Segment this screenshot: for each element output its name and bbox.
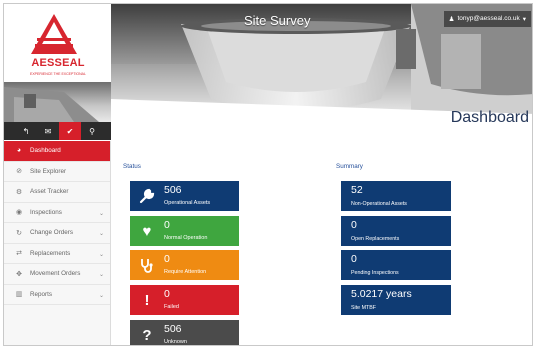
exclamation-icon: ! [144,291,150,309]
tile-label: Pending Inspections [351,270,399,276]
dashboard-icon: ◕ [16,147,22,155]
caret-down-icon: ▾ [522,16,526,23]
tile-value: 52 [351,184,363,196]
sidebar-item-label: Dashboard [30,147,61,155]
exchange-icon: ⇄ [16,250,22,258]
summary-tile-pending-inspections[interactable]: 0 Pending Inspections [341,250,451,280]
question-icon: ? [142,326,152,344]
sidebar-nav: ◕ Dashboard ⊘ Site Explorer ⚙ Asset Trac… [4,141,111,345]
bullhorn-icon[interactable]: ✔ [59,122,81,140]
sidebar-item-site-explorer[interactable]: ⊘ Site Explorer [4,162,110,182]
sidebar-item-movement-orders[interactable]: ✥ Movement Orders ⌄ [4,264,110,285]
refresh-icon: ↻ [16,229,22,237]
aesseal-logo-mark [31,14,77,54]
tile-label: Require Attention [164,269,207,275]
sidebar-item-label: Reports [30,290,53,298]
sidebar-item-label: Inspections [30,208,62,216]
person-icon: ♟ [448,16,455,23]
summary-heading: Summary [336,163,363,170]
sidebar-item-label: Replacements [30,249,71,257]
summary-tile-site-mtbf[interactable]: 5.0217 years Site MTBF [341,285,451,315]
tile-label: Site MTBF [351,305,377,311]
tile-value: 0 [164,219,170,231]
wrench-icon [138,187,156,205]
bar-chart-icon: ▥ [15,291,23,299]
tile-value: 506 [164,323,182,335]
chevron-down-icon: ⌄ [98,272,104,278]
quick-toolbar: ↰ ✉ ✔ ⚲ [4,122,111,140]
chevron-down-icon: ⌄ [98,251,104,258]
tile-label: Failed [164,304,179,310]
move-icon: ✥ [16,270,22,278]
tile-label: Unknown [164,339,187,345]
cogs-icon: ⚙ [15,188,23,196]
heart-icon: ♥ [142,222,152,240]
hero-banner: Site Survey ♟ tonyp@aesseal.co.uk ▾ Dash… [111,4,532,141]
status-tile-operational[interactable]: 506 Operational Assets [130,181,239,211]
user-menu[interactable]: ♟ tonyp@aesseal.co.uk ▾ [443,11,531,27]
sidebar-item-inspections[interactable]: ◉ Inspections ⌄ [4,203,110,223]
eye-icon: ◉ [15,209,23,217]
tile-label: Operational Assets [164,200,211,206]
tile-value: 0 [351,219,357,231]
sidebar-item-label: Change Orders [30,229,74,237]
app-window: Site Survey ♟ tonyp@aesseal.co.uk ▾ Dash… [3,3,533,346]
status-heading: Status [123,163,141,170]
reply-icon[interactable]: ↰ [15,122,37,140]
status-tile-failed[interactable]: ! 0 Failed [130,285,239,315]
tile-value: 506 [164,184,182,196]
sidebar-item-label: Movement Orders [30,270,81,278]
brand-tagline: EXPERIENCE THE EXCEPTIONAL [30,72,86,76]
chevron-down-icon: ⌄ [98,292,104,299]
chevron-down-icon: ⌄ [98,231,104,237]
sidebar-item-change-orders[interactable]: ↻ Change Orders ⌄ [4,223,110,244]
tile-value: 0 [164,288,170,300]
summary-tile-open-replacements[interactable]: 0 Open Replacements [341,216,451,246]
stethoscope-icon [138,256,156,274]
banner-left-photo [4,82,111,122]
chevron-down-icon: ⌄ [98,210,104,217]
compass-icon: ⊘ [16,168,22,176]
sidebar-item-replacements[interactable]: ⇄ Replacements ⌄ [4,244,110,264]
status-tile-unknown[interactable]: ? 506 Unknown [130,320,239,345]
brand-name: AESSEAL [31,57,85,69]
tile-label: Normal Operation [164,235,208,241]
sidebar-item-dashboard[interactable]: ◕ Dashboard [4,141,110,162]
status-tile-attention[interactable]: 0 Require Attention [130,250,239,280]
sidebar-item-asset-tracker[interactable]: ⚙ Asset Tracker [4,182,110,203]
tile-value: 5.0217 years [351,288,412,300]
status-tile-normal[interactable]: ♥ 0 Normal Operation [130,216,239,246]
sidebar-item-reports[interactable]: ▥ Reports ⌄ [4,285,110,305]
tile-value: 0 [164,253,170,265]
page-title: Dashboard [450,109,529,126]
tile-label: Open Replacements [351,236,400,242]
envelope-icon[interactable]: ✉ [37,122,59,140]
sidebar-item-label: Site Explorer [30,167,67,175]
summary-tile-non-operational[interactable]: 52 Non-Operational Assets [341,181,451,211]
app-title: Site Survey [244,13,311,28]
tile-value: 0 [351,253,357,265]
search-icon[interactable]: ⚲ [81,122,103,140]
sidebar-item-label: Asset Tracker [30,188,69,196]
tile-label: Non-Operational Assets [351,201,407,207]
user-email: tonyp@aesseal.co.uk [457,15,520,22]
